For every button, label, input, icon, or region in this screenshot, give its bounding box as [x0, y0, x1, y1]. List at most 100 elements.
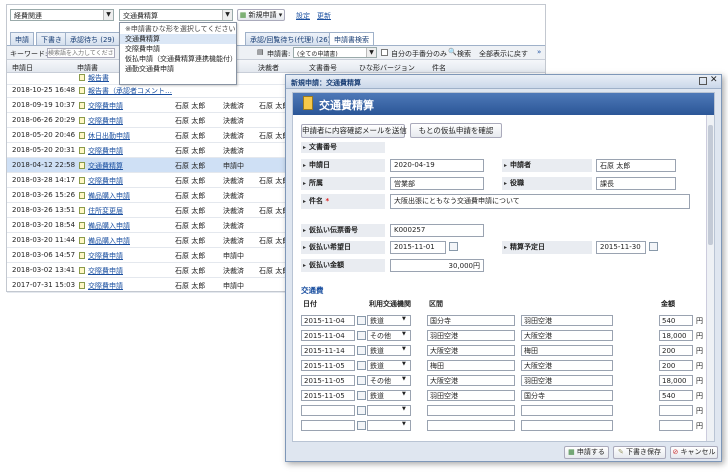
row-form[interactable]: 交際費申請 — [88, 116, 123, 126]
row-form[interactable]: 休日出勤申請 — [88, 131, 130, 141]
settle-date-field[interactable]: 2015-11-30 — [596, 241, 646, 254]
row-form[interactable]: 交際費申請 — [88, 101, 123, 111]
advance-date-field[interactable]: 2015-11-01 — [390, 241, 446, 254]
dropdown-item-commute[interactable]: 通勤交通費申請 — [120, 64, 236, 74]
own-turn-checkbox[interactable] — [381, 49, 388, 56]
refresh-link[interactable]: 更新 — [317, 11, 331, 21]
expense-amount-field[interactable]: 540 — [659, 315, 693, 326]
category-select[interactable]: 経費関連 ▼ — [10, 9, 114, 21]
tab-pending-approval[interactable]: 承認待ち (29) — [65, 32, 120, 46]
calendar-icon[interactable] — [357, 316, 366, 325]
expense-amount-field[interactable]: 200 — [659, 345, 693, 356]
check-original-advance-button[interactable]: もとの仮払申請を確認 — [410, 123, 502, 138]
expense-amount-field[interactable]: 18,000 — [659, 375, 693, 386]
row-form[interactable]: 備品購入申請 — [88, 191, 130, 201]
scrollbar-thumb[interactable] — [708, 125, 713, 245]
settings-link[interactable]: 設定 — [296, 11, 310, 21]
dropdown-item-entertainment[interactable]: 交際費申請 — [120, 44, 236, 54]
role-field[interactable]: 課長 — [596, 177, 676, 190]
calendar-icon[interactable] — [449, 242, 458, 251]
expense-from-field[interactable]: 羽田空港 — [427, 330, 515, 341]
expense-to-field[interactable]: 梅田 — [521, 345, 613, 356]
expense-from-field[interactable]: 大阪空港 — [427, 345, 515, 356]
expense-to-field[interactable]: 羽田空港 — [521, 315, 613, 326]
expense-to-field[interactable] — [521, 405, 613, 416]
calendar-icon[interactable] — [357, 346, 366, 355]
table-row[interactable]: 2017-07-31 15:03 交際費申請 石原 太郎 申請中 — [7, 278, 297, 293]
new-request-button[interactable]: ▦ 新規申請 ▾ — [237, 9, 285, 21]
expense-date-field[interactable]: 2015-11-05 — [301, 360, 355, 371]
expense-date-field[interactable] — [301, 405, 355, 416]
request-date-field[interactable]: 2020-04-19 — [390, 159, 484, 172]
scrollbar[interactable] — [706, 115, 714, 441]
show-all-button[interactable]: 全部表示に戻す — [479, 49, 528, 59]
dropdown-item-advance[interactable]: 仮払申請（交通費精算連携機能付） — [120, 54, 237, 64]
col-template-version[interactable]: ひな形バージョン — [359, 63, 415, 73]
form-filter-select[interactable]: (全ての申請書) ▼ — [293, 47, 377, 58]
dropdown-item-travel-expense[interactable]: 交通費精算 — [120, 34, 236, 44]
table-row[interactable]: 2018-05-20 20:46 休日出勤申請 石原 太郎 決裁済 石原 太郎 — [7, 128, 297, 143]
row-form[interactable]: 交際費申請 — [88, 266, 123, 276]
table-row[interactable]: 2018-03-26 13:51 住所変更届 石原 太郎 決裁済 石原 太郎 — [7, 203, 297, 218]
applicant-field[interactable]: 石原 太郎 — [596, 159, 676, 172]
table-row[interactable]: 2018-10-25 16:48 報告書（承認者コメント… — [7, 83, 297, 98]
expense-date-field[interactable]: 2015-11-05 — [301, 375, 355, 386]
tab-proxy-pending[interactable]: 承認/回覧待ち(代理) (26) — [245, 32, 336, 46]
expense-from-field[interactable]: 大阪空港 — [427, 375, 515, 386]
calendar-icon[interactable] — [357, 391, 366, 400]
expense-to-field[interactable]: 大阪空港 — [521, 330, 613, 341]
submit-button[interactable]: ▦ 申請する — [564, 446, 609, 459]
expense-from-field[interactable]: 羽田空港 — [427, 390, 515, 401]
row-form[interactable]: 備品購入申請 — [88, 236, 130, 246]
table-row[interactable]: 2018-03-26 15:26 備品購入申請 石原 太郎 決裁済 — [7, 188, 297, 203]
keyword-input[interactable] — [47, 48, 115, 58]
subject-field[interactable]: 大阪出張にともなう交通費申請について — [390, 194, 690, 209]
row-form[interactable]: 交際費申請 — [88, 146, 123, 156]
expense-amount-field[interactable]: 18,000 — [659, 330, 693, 341]
search-button[interactable]: 検索 — [457, 49, 471, 59]
calendar-icon[interactable] — [357, 406, 366, 415]
table-row[interactable]: 2018-03-06 14:57 交際費申請 石原 太郎 申請中 — [7, 248, 297, 263]
row-form[interactable]: 備品購入申請 — [88, 221, 130, 231]
row-form[interactable]: 住所変更届 — [88, 206, 123, 216]
table-row[interactable]: 2018-03-20 11:44 備品購入申請 石原 太郎 決裁済 石原 太郎 — [7, 233, 297, 248]
row-form[interactable]: 交通費精算 — [88, 161, 123, 171]
calendar-icon[interactable] — [649, 242, 658, 251]
expense-date-field[interactable]: 2015-11-05 — [301, 390, 355, 401]
expense-to-field[interactable]: 国分寺 — [521, 390, 613, 401]
expense-from-field[interactable]: 梅田 — [427, 360, 515, 371]
calendar-icon[interactable] — [357, 421, 366, 430]
expense-amount-field[interactable]: 200 — [659, 360, 693, 371]
table-row[interactable]: 2018-03-02 13:41 交際費申請 石原 太郎 決裁済 石原 太郎 — [7, 263, 297, 278]
table-row[interactable]: 2018-03-28 14:17 交際費申請 石原 太郎 決裁済 石原 太郎 — [7, 173, 297, 188]
row-form[interactable]: 交際費申請 — [88, 176, 123, 186]
advance-no-field[interactable]: K000257 — [390, 224, 484, 237]
close-icon[interactable]: ✕ — [710, 75, 718, 85]
table-row[interactable]: 2018-03-20 18:54 備品購入申請 石原 太郎 決裁済 — [7, 218, 297, 233]
expense-amount-field[interactable] — [659, 420, 693, 431]
row-form[interactable]: 報告書（承認者コメント… — [88, 86, 172, 96]
expense-to-field[interactable] — [521, 420, 613, 431]
expense-from-field[interactable]: 国分寺 — [427, 315, 515, 326]
expense-date-field[interactable] — [301, 420, 355, 431]
form-template-select[interactable]: 交通費精算 ▼ — [119, 9, 233, 21]
cancel-button[interactable]: ⊘ キャンセル — [670, 446, 718, 459]
dropdown-item-placeholder[interactable]: ※申請書ひな形を選択してください — [120, 24, 236, 34]
advance-amount-field[interactable]: 30,000円 — [390, 259, 484, 272]
row-form[interactable]: 交際費申請 — [88, 251, 123, 261]
table-row[interactable]: 2018-05-20 20:31 交際費申請 石原 太郎 決裁済 — [7, 143, 297, 158]
col-subject[interactable]: 件名 — [432, 63, 446, 73]
dept-field[interactable]: 営業部 — [390, 177, 484, 190]
row-form[interactable]: 報告書 — [88, 73, 109, 83]
tab-draft[interactable]: 下書き — [36, 32, 67, 46]
row-form[interactable]: 交際費申請 — [88, 281, 123, 291]
tab-request-search[interactable]: 申請書検索 — [329, 32, 374, 46]
table-row[interactable]: 2018-06-26 20:29 交際費申請 石原 太郎 決裁済 — [7, 113, 297, 128]
dialog-titlebar[interactable]: 新規申請：交通費精算 ✕ — [286, 75, 721, 89]
expense-from-field[interactable] — [427, 405, 515, 416]
tab-request[interactable]: 申請 — [10, 32, 34, 46]
expense-date-field[interactable]: 2015-11-04 — [301, 315, 355, 326]
expense-date-field[interactable]: 2015-11-04 — [301, 330, 355, 341]
expense-amount-field[interactable]: 540 — [659, 390, 693, 401]
save-draft-button[interactable]: ✎ 下書き保存 — [613, 446, 666, 459]
